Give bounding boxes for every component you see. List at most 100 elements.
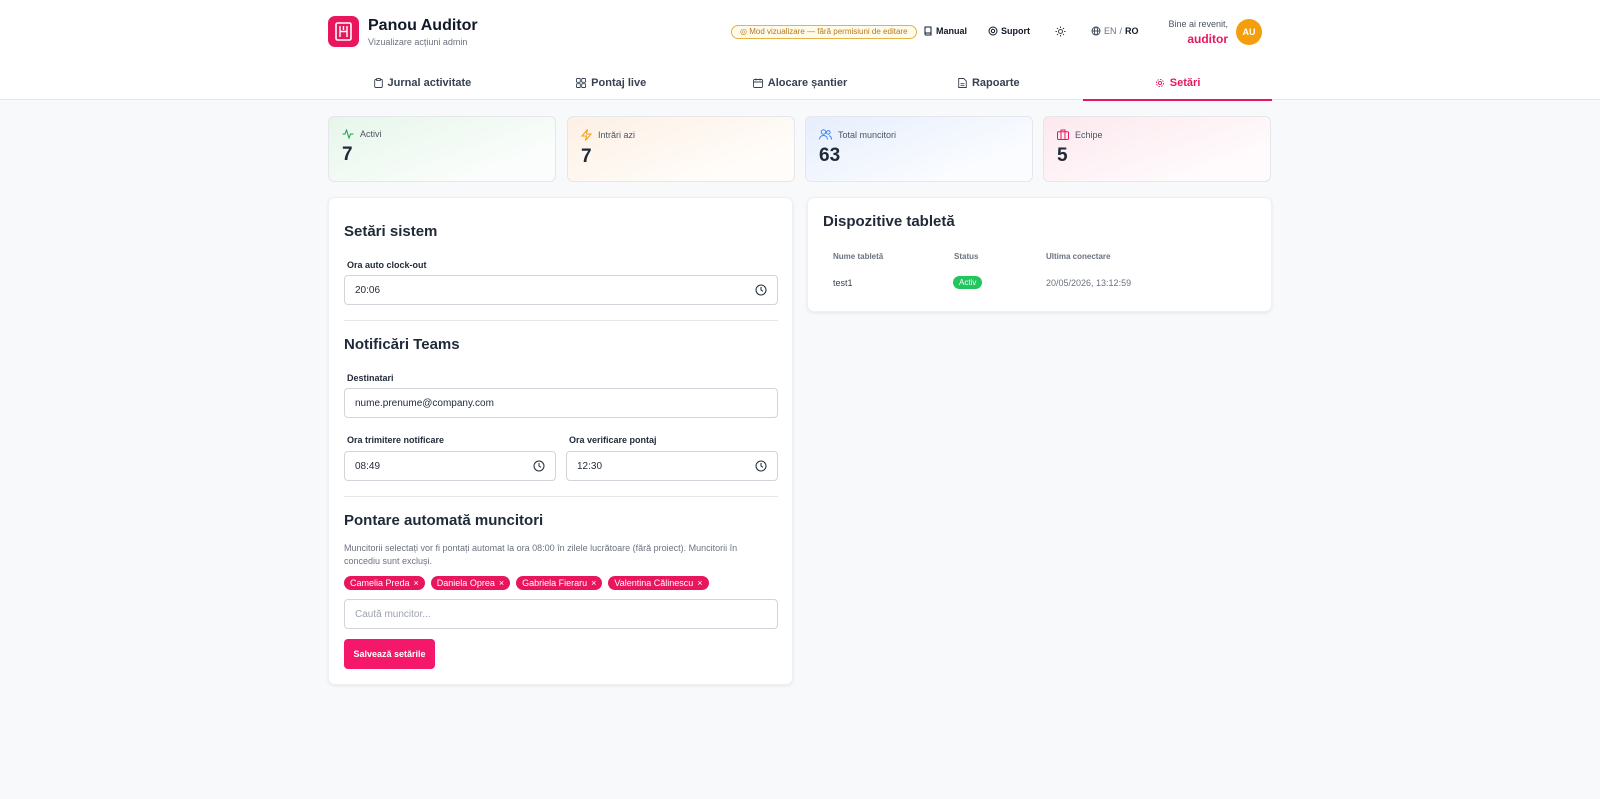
stat-label: Intrări azi: [598, 130, 636, 140]
remove-icon[interactable]: ×: [697, 576, 702, 590]
lang-ro[interactable]: RO: [1125, 26, 1139, 36]
avatar[interactable]: AU: [1236, 19, 1262, 45]
section-divider: [344, 496, 778, 497]
check-time-value: 12:30: [577, 460, 603, 472]
app-logo: [328, 16, 359, 47]
save-settings-button[interactable]: Salvează setările: [344, 639, 435, 669]
notify-time-value: 08:49: [355, 460, 381, 472]
briefcase-icon: [1057, 129, 1069, 140]
lang-separator: /: [1119, 26, 1123, 36]
stat-card-intrari: Intrări azi 7: [567, 116, 795, 182]
remove-icon[interactable]: ×: [591, 576, 596, 590]
stat-value: 7: [581, 146, 592, 167]
tab-setari[interactable]: Setări: [1083, 66, 1272, 101]
notify-time-input[interactable]: 08:49: [344, 451, 556, 481]
users-icon: [819, 129, 832, 140]
tablet-devices-title: Dispozitive tabletă: [823, 213, 955, 230]
view-mode-badge: ◎ Mod vizualizare — fără permisiuni de e…: [731, 25, 917, 39]
check-time-label: Ora verificare pontaj: [569, 435, 657, 445]
worker-chip: Valentina Călinescu ×: [608, 576, 709, 590]
tab-label: Rapoarte: [971, 77, 1020, 89]
support-link[interactable]: Suport: [988, 26, 1030, 36]
clock-icon[interactable]: [755, 460, 767, 472]
worker-chip: Camelia Preda ×: [344, 576, 425, 590]
gear-icon: [1155, 78, 1164, 88]
column-header: Nume tabletă: [833, 252, 884, 261]
view-mode-text: Mod vizualizare — fără permisiuni de edi…: [749, 27, 908, 36]
recipients-input[interactable]: nume.prenume@company.com: [344, 388, 778, 418]
stat-value: 63: [819, 145, 841, 166]
stat-card-activi: Activi 7: [328, 116, 556, 182]
clock-icon[interactable]: [755, 284, 767, 296]
tablet-devices-card: Dispozitive tabletă Nume tabletă Status …: [807, 197, 1272, 312]
auto-clockin-title: Pontare automată muncitori: [344, 512, 544, 529]
notify-time-label: Ora trimitere notificare: [347, 435, 445, 445]
stat-label: Activi: [360, 129, 382, 139]
worker-chip-label: Camelia Preda: [350, 578, 410, 588]
app-title: Panou Auditor: [368, 17, 478, 34]
welcome-text: Bine ai revenit,: [1168, 19, 1228, 29]
stat-label: Echipe: [1075, 129, 1103, 140]
app-subtitle: Vizualizare acțiuni admin: [368, 37, 468, 47]
clipboard-icon: [373, 78, 383, 88]
clock-icon[interactable]: [533, 460, 545, 472]
stat-value: 5: [1057, 145, 1068, 166]
lifebuoy-icon: [988, 26, 998, 36]
stat-label: Total muncitori: [838, 129, 897, 140]
calendar-icon: [752, 78, 763, 88]
worker-chip: Daniela Oprea ×: [430, 576, 511, 590]
language-switcher[interactable]: EN / RO: [1091, 26, 1139, 36]
tab-label: Alocare șantier: [767, 77, 848, 89]
sun-icon: [1055, 26, 1066, 37]
teams-notifications-title: Notificări Teams: [344, 336, 460, 353]
eye-icon: ◎: [740, 27, 747, 36]
username: auditor: [1187, 32, 1228, 46]
tab-rapoarte[interactable]: Rapoarte: [894, 66, 1083, 100]
support-label: Suport: [1001, 26, 1030, 36]
top-header: Panou Auditor Vizualizare acțiuni admin …: [0, 0, 1600, 101]
remove-icon[interactable]: ×: [414, 576, 419, 590]
worker-chip: Gabriela Fieraru ×: [516, 576, 603, 590]
lang-en[interactable]: EN: [1104, 26, 1117, 36]
auto-clockin-description: Muncitorii selectați vor fi pontați auto…: [344, 543, 738, 566]
column-header: Status: [954, 252, 979, 261]
system-settings-title: Setări sistem: [344, 223, 438, 240]
settings-card: Setări sistem Ora auto clock-out 20:06 N…: [328, 197, 793, 685]
file-icon: [958, 78, 967, 88]
manual-link[interactable]: Manual: [923, 26, 967, 36]
stat-card-echipe: Echipe 5: [1043, 116, 1271, 182]
worker-chip-label: Daniela Oprea: [436, 578, 495, 588]
remove-icon[interactable]: ×: [499, 576, 504, 590]
worker-chip-label: Valentina Călinescu: [614, 578, 694, 588]
worker-search-placeholder: Caută muncitor...: [355, 608, 431, 620]
activity-icon: [342, 129, 354, 139]
worker-chip-label: Gabriela Fieraru: [522, 578, 588, 588]
auto-clockout-input[interactable]: 20:06: [344, 275, 778, 305]
tab-label: Setări: [1169, 77, 1201, 89]
check-time-input[interactable]: 12:30: [566, 451, 778, 481]
tab-label: Jurnal activitate: [387, 77, 472, 89]
tab-alocare-santier[interactable]: Alocare șantier: [706, 66, 895, 100]
globe-icon: [1091, 26, 1101, 36]
tab-jurnal-activitate[interactable]: Jurnal activitate: [328, 66, 517, 100]
auto-clockout-label: Ora auto clock-out: [347, 260, 427, 270]
auto-clockout-value: 20:06: [355, 284, 381, 296]
manual-label: Manual: [936, 26, 968, 36]
zap-icon: [581, 129, 592, 141]
stat-value: 7: [342, 144, 353, 165]
column-header: Ultima conectare: [1046, 252, 1111, 261]
logo-icon: [335, 22, 352, 41]
grid-icon: [576, 78, 587, 88]
main-tabs: Jurnal activitate Pontaj live Alocare șa…: [328, 66, 1272, 101]
theme-toggle[interactable]: [1055, 26, 1066, 37]
tab-pontaj-live[interactable]: Pontaj live: [517, 66, 706, 100]
recipients-label: Destinatari: [347, 373, 394, 383]
status-badge: Activ: [953, 276, 983, 289]
tablet-name: test1: [833, 278, 853, 288]
last-connection: 20/05/2026, 13:12:59: [1046, 278, 1132, 288]
tab-label: Pontaj live: [591, 77, 647, 89]
stat-card-total-muncitori: Total muncitori 63: [805, 116, 1033, 182]
recipients-value: nume.prenume@company.com: [355, 397, 494, 409]
book-icon: [924, 26, 932, 36]
worker-search-input[interactable]: Caută muncitor...: [344, 599, 778, 629]
